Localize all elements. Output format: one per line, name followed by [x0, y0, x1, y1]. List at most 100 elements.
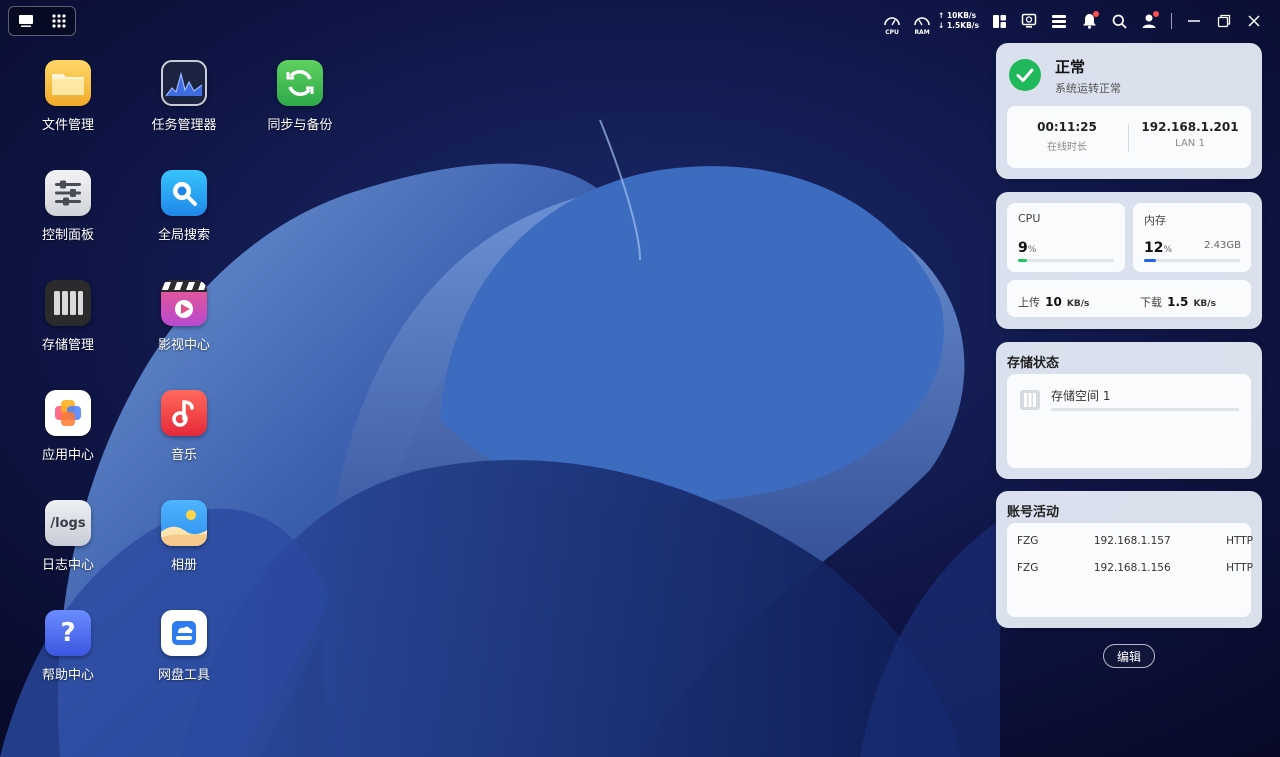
- status-subtitle: 系统运转正常: [1055, 82, 1121, 95]
- cpu-card: CPU 9%: [1007, 203, 1125, 272]
- app-video-center[interactable]: 影视中心: [134, 266, 234, 366]
- notifications-button[interactable]: [1079, 11, 1099, 31]
- app-task-manager[interactable]: 任务管理器: [134, 46, 234, 146]
- ram-gauge[interactable]: RAM: [912, 11, 932, 36]
- user-button[interactable]: [1139, 11, 1159, 31]
- ip-value: 192.168.1.201: [1141, 120, 1239, 134]
- app-label: 文件管理: [41, 118, 94, 133]
- close-icon: [1248, 15, 1260, 27]
- minimize-button[interactable]: [1184, 11, 1204, 31]
- activity-protocol: HTTP: [1226, 562, 1253, 574]
- show-desktop-button[interactable]: [15, 10, 37, 32]
- app-label: 音乐: [170, 448, 197, 463]
- restore-button[interactable]: [1214, 11, 1234, 31]
- cpu-gauge[interactable]: CPU: [882, 11, 902, 36]
- taskbar-left: [8, 6, 76, 36]
- storage-pool-name: 存储空间 1: [1051, 389, 1111, 403]
- search-app-icon: [161, 170, 207, 216]
- app-label: 存储管理: [41, 338, 94, 353]
- activity-protocol: HTTP: [1226, 535, 1253, 547]
- app-label: 日志中心: [41, 558, 94, 573]
- app-label: 任务管理器: [151, 118, 217, 133]
- upload-stat: 上传 10 KB/s: [1018, 291, 1089, 310]
- desktop-icon: [18, 15, 33, 27]
- tray-divider: [1171, 13, 1172, 29]
- search-button[interactable]: [1109, 11, 1129, 31]
- system-status-widget[interactable]: 正常 系统运转正常 00:11:25 在线时长 192.168.1.201 LA…: [996, 43, 1262, 179]
- app-sync-backup[interactable]: 同步与备份: [250, 46, 350, 146]
- app-control-panel[interactable]: 控制面板: [18, 156, 118, 256]
- app-label: 应用中心: [41, 448, 94, 463]
- user-badge: [1153, 11, 1159, 17]
- edit-widgets-button[interactable]: 编辑: [1103, 644, 1155, 668]
- app-music[interactable]: 音乐: [134, 376, 234, 476]
- photos-icon: [161, 500, 207, 546]
- widget-panel-button[interactable]: [989, 11, 1009, 31]
- activity-row[interactable]: FZG 192.168.1.157 HTTP: [1017, 535, 1253, 547]
- status-title: 正常: [1055, 58, 1086, 76]
- help-icon: ?: [45, 610, 91, 656]
- activity-user: FZG: [1017, 562, 1039, 574]
- download-unit: KB/s: [1193, 299, 1216, 309]
- cpu-usage: 9%: [1018, 237, 1036, 256]
- status-details: 00:11:25 在线时长 192.168.1.201 LAN 1: [1007, 106, 1251, 168]
- ip-block: 192.168.1.201 LAN 1: [1129, 120, 1251, 149]
- app-file-manager[interactable]: 文件管理: [18, 46, 118, 146]
- cpu-value: 9: [1018, 240, 1028, 256]
- memory-usage: 12%: [1144, 237, 1172, 256]
- cpu-bar: [1018, 259, 1114, 262]
- memory-bar: [1144, 259, 1240, 262]
- cpu-label: CPU: [1018, 212, 1041, 225]
- upload-value: 10: [1045, 295, 1062, 309]
- app-photos[interactable]: 相册: [134, 486, 234, 586]
- notification-badge: [1093, 11, 1099, 17]
- activity-row[interactable]: FZG 192.168.1.156 HTTP: [1017, 562, 1253, 574]
- app-help-center[interactable]: ? 帮助中心: [18, 596, 118, 696]
- storage-pool-bar: [1051, 408, 1239, 411]
- task-list-button[interactable]: [1049, 11, 1069, 31]
- app-log-center[interactable]: /logs 日志中心: [18, 486, 118, 586]
- minimize-icon: [1188, 20, 1200, 22]
- logs-icon-text: /logs: [50, 515, 86, 531]
- uptime-label: 在线时长: [1047, 142, 1087, 153]
- net-speed[interactable]: ↑ 10KB/s ↓ 1.5KB/s: [938, 11, 979, 31]
- logs-icon: /logs: [45, 500, 91, 546]
- storage-title: 存储状态: [1007, 356, 1060, 371]
- app-label: 网盘工具: [157, 668, 210, 683]
- app-label: 影视中心: [157, 338, 210, 353]
- uptime-value: 00:11:25: [1037, 120, 1097, 134]
- upload-label: 上传: [1018, 296, 1040, 309]
- video-icon: [161, 280, 207, 326]
- app-global-search[interactable]: 全局搜索: [134, 156, 234, 256]
- app-label: 帮助中心: [41, 668, 94, 683]
- app-center-icon: [45, 390, 91, 436]
- app-launcher-button[interactable]: [48, 10, 70, 32]
- resource-widget[interactable]: CPU 9% 内存 12% 2.43GB 上传 10 KB/s 下载 1.5 K…: [996, 192, 1262, 329]
- storage-widget[interactable]: 存储状态 存储空间 1: [996, 342, 1262, 479]
- memory-bar-fill: [1144, 259, 1156, 262]
- activity-ip: 192.168.1.157: [1093, 535, 1171, 547]
- app-app-center[interactable]: 应用中心: [18, 376, 118, 476]
- download-speed-value: 1.5KB/s: [946, 21, 979, 30]
- close-button[interactable]: [1244, 11, 1264, 31]
- memory-value: 12: [1144, 240, 1164, 256]
- storage-pool-card[interactable]: 存储空间 1: [1007, 374, 1251, 468]
- activity-ip: 192.168.1.156: [1093, 562, 1171, 574]
- account-activity-widget[interactable]: 账号活动 FZG 192.168.1.157 HTTP FZG 192.168.…: [996, 491, 1262, 628]
- storage-icon: [45, 280, 91, 326]
- app-label: 全局搜索: [157, 228, 210, 243]
- app-cloud-drive-tool[interactable]: 网盘工具: [134, 596, 234, 696]
- memory-unit: %: [1163, 245, 1173, 255]
- memory-used: 2.43GB: [1204, 240, 1241, 251]
- cpu-gauge-label: CPU: [885, 29, 899, 36]
- grid-icon: [51, 14, 66, 28]
- ip-label: LAN 1: [1175, 138, 1205, 149]
- activity-title: 账号活动: [1007, 505, 1060, 520]
- music-icon: [161, 390, 207, 436]
- help-icon-text: ?: [60, 618, 76, 648]
- activity-user: FZG: [1017, 535, 1039, 547]
- app-storage-manager[interactable]: 存储管理: [18, 266, 118, 366]
- uptime-block: 00:11:25 在线时长: [1007, 120, 1127, 153]
- widget-panel-icon: [992, 14, 1006, 28]
- resource-monitor-button[interactable]: [1019, 11, 1039, 31]
